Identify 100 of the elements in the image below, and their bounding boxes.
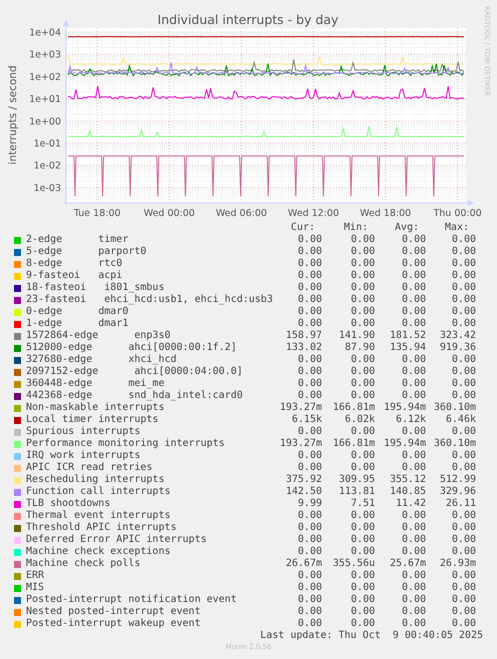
value-text: 0.00 bbox=[298, 354, 322, 366]
tick-label: 1e+00 bbox=[29, 116, 61, 128]
value-text: 26.67m bbox=[286, 558, 322, 570]
value-text: 141.90 bbox=[338, 330, 375, 342]
value-text: 0.00 bbox=[350, 594, 375, 606]
value-text: 0.00 bbox=[452, 378, 476, 390]
legend-label: MIS bbox=[25, 582, 44, 594]
tick-label: 1e-03 bbox=[34, 182, 61, 194]
value-text: 0.00 bbox=[350, 462, 375, 474]
value-text: 0.00 bbox=[452, 534, 476, 546]
value-text: 0.00 bbox=[350, 366, 375, 378]
value-text: 0.00 bbox=[402, 522, 426, 534]
value-text: 0.00 bbox=[402, 258, 426, 270]
value-text: 0.00 bbox=[298, 234, 322, 246]
value-text: 0.00 bbox=[402, 462, 426, 474]
tick-label: Wed 12:00 bbox=[288, 208, 339, 219]
value-text: 0.00 bbox=[350, 426, 375, 438]
legend-label: 512000-edge ahci[0000:00:1f.2] bbox=[25, 342, 237, 354]
value-text: 0.00 bbox=[402, 270, 426, 282]
value-text: 0.00 bbox=[402, 390, 426, 402]
legend-label: 23-fasteoi ehci_hcd:usb1, ehci_hcd:usb3 bbox=[25, 294, 273, 306]
value-text: 166.81m bbox=[332, 402, 375, 414]
value-text: 0.00 bbox=[402, 294, 426, 306]
value-text: 0.00 bbox=[402, 366, 426, 378]
value-text: 0.00 bbox=[350, 618, 375, 630]
value-text: 0.00 bbox=[350, 282, 375, 294]
legend-label: Performance monitoring interrupts bbox=[25, 438, 225, 450]
value-text: 11.42 bbox=[396, 498, 426, 510]
value-text: 0.00 bbox=[350, 390, 375, 402]
value-text: 0.00 bbox=[402, 378, 426, 390]
value-text: 6.02k bbox=[344, 414, 375, 426]
legend-label: 327680-edge xhci_hcd bbox=[25, 354, 177, 366]
value-text: 0.00 bbox=[452, 582, 476, 594]
value-text: 309.95 bbox=[338, 474, 375, 486]
value-text: 355.56u bbox=[332, 558, 375, 570]
legend-label: Nested posted-interrupt event bbox=[25, 606, 201, 618]
tick-label: 1e+04 bbox=[29, 27, 61, 38]
value-text: 166.81m bbox=[332, 438, 375, 450]
value-text: 0.00 bbox=[298, 282, 322, 294]
value-text: 0.00 bbox=[402, 534, 426, 546]
value-text: 113.81 bbox=[338, 486, 375, 498]
value-text: 0.00 bbox=[350, 510, 375, 522]
value-text: 0.00 bbox=[298, 390, 322, 402]
value-text: 142.50 bbox=[286, 486, 322, 498]
legend-label: Posted-interrupt notification event bbox=[25, 594, 237, 606]
value-text: 87.90 bbox=[344, 342, 375, 354]
value-text: 6.46k bbox=[446, 414, 476, 426]
legend-label: Non-maskable interrupts bbox=[25, 402, 164, 414]
tick-label: 1e-01 bbox=[34, 138, 61, 150]
value-text: 360.10m bbox=[434, 402, 476, 414]
value-text: 0.00 bbox=[452, 306, 476, 318]
value-text: 0.00 bbox=[350, 246, 375, 258]
value-text: 0.00 bbox=[452, 354, 476, 366]
value-text: 0.00 bbox=[452, 282, 476, 294]
value-text: 0.00 bbox=[298, 522, 322, 534]
value-text: 0.00 bbox=[452, 546, 476, 558]
legend-label: Spurious interrupts bbox=[25, 426, 140, 438]
value-text: 0.00 bbox=[452, 570, 476, 582]
legend-label: 2097152-edge ahci[0000:04:00.0] bbox=[25, 366, 243, 378]
value-text: 0.00 bbox=[350, 270, 375, 282]
value-text: 0.00 bbox=[452, 246, 476, 258]
legend-label: 442368-edge snd_hda_intel:card0 bbox=[25, 390, 243, 402]
value-text: 0.00 bbox=[452, 390, 476, 402]
value-text: 0.00 bbox=[298, 546, 322, 558]
value-text: 0.00 bbox=[402, 354, 426, 366]
value-text: 0.00 bbox=[402, 426, 426, 438]
value-text: 0.00 bbox=[452, 618, 476, 630]
value-text: 329.96 bbox=[440, 486, 476, 498]
value-text: 0.00 bbox=[298, 366, 322, 378]
value-text: 0.00 bbox=[298, 294, 322, 306]
value-text: 0.00 bbox=[350, 354, 375, 366]
value-text: 0.00 bbox=[452, 366, 476, 378]
legend-label: 9-fasteoi acpi bbox=[25, 270, 122, 282]
column-header: Min: bbox=[344, 222, 369, 234]
legend-label: 18-fasteoi i801_smbus bbox=[25, 282, 164, 294]
tick-label: 1e+01 bbox=[29, 94, 61, 106]
column-header: Cur: bbox=[290, 222, 316, 234]
value-text: 0.00 bbox=[452, 606, 476, 618]
value-text: 0.00 bbox=[452, 426, 476, 438]
value-text: 0.00 bbox=[350, 294, 375, 306]
value-text: 0.00 bbox=[298, 306, 322, 318]
value-text: 0.00 bbox=[298, 594, 322, 606]
legend-label: Thermal event interrupts bbox=[25, 510, 170, 522]
value-text: 0.00 bbox=[350, 450, 375, 462]
value-text: 181.52 bbox=[390, 330, 426, 342]
value-text: 0.00 bbox=[452, 522, 476, 534]
axis-title: interrupts / second bbox=[7, 65, 19, 165]
value-text: 0.00 bbox=[452, 318, 476, 330]
value-text: 9.99 bbox=[298, 498, 322, 510]
last-update-text: Last update: Thu Oct 9 00:40:05 2025 bbox=[260, 630, 483, 642]
value-text: 0.00 bbox=[350, 546, 375, 558]
legend-label: IRQ work interrupts bbox=[25, 450, 140, 462]
value-text: 0.00 bbox=[402, 318, 426, 330]
value-text: 135.94 bbox=[390, 342, 426, 354]
legend-label: TLB shootdowns bbox=[25, 498, 110, 510]
legend-label: 8-edge rtc0 bbox=[25, 258, 122, 270]
value-text: 0.00 bbox=[402, 546, 426, 558]
value-text: 0.00 bbox=[402, 306, 426, 318]
value-text: 0.00 bbox=[452, 270, 476, 282]
value-text: 0.00 bbox=[402, 618, 426, 630]
